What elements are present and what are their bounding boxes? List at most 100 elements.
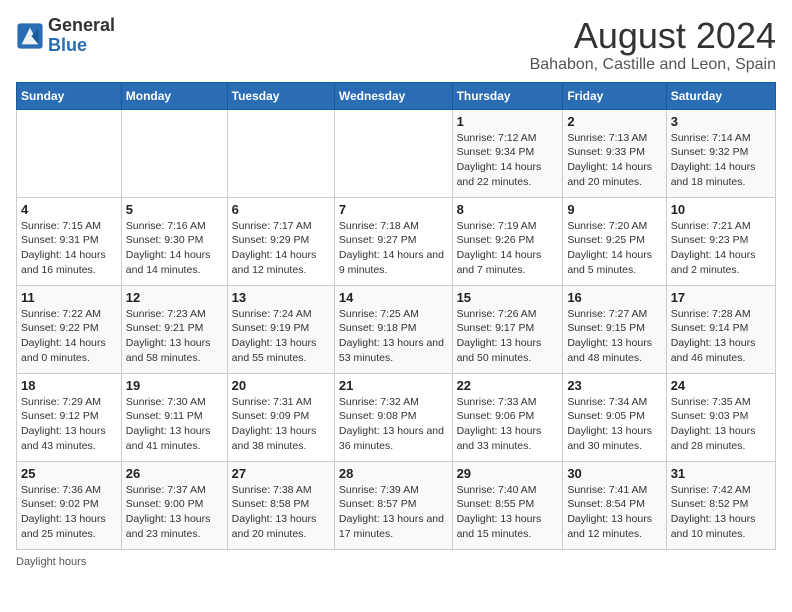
calendar-day-cell: 7Sunrise: 7:18 AM Sunset: 9:27 PM Daylig… <box>334 197 452 285</box>
day-number: 1 <box>457 114 559 129</box>
day-number: 24 <box>671 378 771 393</box>
day-number: 15 <box>457 290 559 305</box>
calendar-day-cell: 30Sunrise: 7:41 AM Sunset: 8:54 PM Dayli… <box>563 461 666 549</box>
calendar-day-cell: 27 Sunrise: 7:38 AM Sunset: 8:58 PM Dayli… <box>227 461 334 549</box>
calendar-day-cell: 28 Sunrise: 7:39 AM Sunset: 8:57 PM Dayli… <box>334 461 452 549</box>
day-number: 30 <box>567 466 661 481</box>
calendar-day-cell: 4 Sunrise: 7:15 AM Sunset: 9:31 PM Daylig… <box>17 197 122 285</box>
day-info: Sunrise: 7:23 AM Sunset: 9:21 PM Dayligh… <box>126 307 223 366</box>
day-number: 27 <box>232 466 330 481</box>
day-info: Sunrise: 7:24 AM Sunset: 9:19 PM Dayligh… <box>232 307 330 366</box>
calendar-day-cell: 9 Sunrise: 7:20 AM Sunset: 9:25 PM Daylig… <box>563 197 666 285</box>
calendar-body: 1 Sunrise: 7:12 AM Sunset: 9:34 PM Daylig… <box>17 109 776 549</box>
calendar-day-cell: 13 Sunrise: 7:24 AM Sunset: 9:19 PM Dayli… <box>227 285 334 373</box>
day-info: Sunrise: 7:39 AM Sunset: 8:57 PM Dayligh… <box>339 483 448 542</box>
day-info: Sunrise: 7:40 AM Sunset: 8:55 PM Dayligh… <box>457 483 559 542</box>
day-info: Sunrise: 7:17 AM Sunset: 9:29 PM Dayligh… <box>232 219 330 278</box>
day-number: 26 <box>126 466 223 481</box>
calendar-day-cell: 22 Sunrise: 7:33 AM Sunset: 9:06 PM Dayli… <box>452 373 563 461</box>
day-number: 25 <box>21 466 117 481</box>
weekday-header-cell: Thursday <box>452 82 563 109</box>
calendar-day-cell: 1 Sunrise: 7:12 AM Sunset: 9:34 PM Daylig… <box>452 109 563 197</box>
weekday-header-cell: Friday <box>563 82 666 109</box>
day-number: 18 <box>21 378 117 393</box>
day-info: Sunrise: 7:18 AM Sunset: 9:27 PM Dayligh… <box>339 219 448 278</box>
logo-line1: General <box>48 16 115 36</box>
calendar-day-cell: 5 Sunrise: 7:16 AM Sunset: 9:30 PM Daylig… <box>121 197 227 285</box>
calendar-table: SundayMondayTuesdayWednesdayThursdayFrid… <box>16 82 776 550</box>
day-info: Sunrise: 7:19 AM Sunset: 9:26 PM Dayligh… <box>457 219 559 278</box>
day-number: 28 <box>339 466 448 481</box>
day-info: Sunrise: 7:30 AM Sunset: 9:11 PM Dayligh… <box>126 395 223 454</box>
calendar-day-cell: 2 Sunrise: 7:13 AM Sunset: 9:33 PM Daylig… <box>563 109 666 197</box>
day-number: 14 <box>339 290 448 305</box>
calendar-day-cell: 3 Sunrise: 7:14 AM Sunset: 9:32 PM Daylig… <box>666 109 775 197</box>
day-number: 12 <box>126 290 223 305</box>
calendar-day-cell: 11Sunrise: 7:22 AM Sunset: 9:22 PM Dayli… <box>17 285 122 373</box>
day-number: 9 <box>567 202 661 217</box>
calendar-day-cell: 25 Sunrise: 7:36 AM Sunset: 9:02 PM Dayli… <box>17 461 122 549</box>
day-info: Sunrise: 7:33 AM Sunset: 9:06 PM Dayligh… <box>457 395 559 454</box>
day-info: Sunrise: 7:34 AM Sunset: 9:05 PM Dayligh… <box>567 395 661 454</box>
day-info: Sunrise: 7:28 AM Sunset: 9:14 PM Dayligh… <box>671 307 771 366</box>
day-number: 2 <box>567 114 661 129</box>
day-number: 17 <box>671 290 771 305</box>
page-header: General Blue August 2024 Bahabon, Castil… <box>16 16 776 74</box>
day-number: 22 <box>457 378 559 393</box>
logo-icon <box>16 22 44 50</box>
day-info: Sunrise: 7:38 AM Sunset: 8:58 PM Dayligh… <box>232 483 330 542</box>
calendar-day-cell: 31 Sunrise: 7:42 AM Sunset: 8:52 PM Dayli… <box>666 461 775 549</box>
weekday-header-cell: Sunday <box>17 82 122 109</box>
day-number: 4 <box>21 202 117 217</box>
day-number: 8 <box>457 202 559 217</box>
footer-note: Daylight hours <box>16 556 776 568</box>
day-info: Sunrise: 7:22 AM Sunset: 9:22 PM Dayligh… <box>21 307 117 366</box>
day-info: Sunrise: 7:14 AM Sunset: 9:32 PM Dayligh… <box>671 131 771 190</box>
day-info: Sunrise: 7:16 AM Sunset: 9:30 PM Dayligh… <box>126 219 223 278</box>
calendar-day-cell <box>121 109 227 197</box>
calendar-day-cell: 8 Sunrise: 7:19 AM Sunset: 9:26 PM Daylig… <box>452 197 563 285</box>
day-number: 6 <box>232 202 330 217</box>
day-info: Sunrise: 7:32 AM Sunset: 9:08 PM Dayligh… <box>339 395 448 454</box>
day-info: Sunrise: 7:12 AM Sunset: 9:34 PM Dayligh… <box>457 131 559 190</box>
calendar-day-cell: 20Sunrise: 7:31 AM Sunset: 9:09 PM Dayli… <box>227 373 334 461</box>
calendar-day-cell: 12 Sunrise: 7:23 AM Sunset: 9:21 PM Dayli… <box>121 285 227 373</box>
calendar-day-cell: 18Sunrise: 7:29 AM Sunset: 9:12 PM Dayli… <box>17 373 122 461</box>
day-number: 16 <box>567 290 661 305</box>
day-info: Sunrise: 7:15 AM Sunset: 9:31 PM Dayligh… <box>21 219 117 278</box>
day-number: 23 <box>567 378 661 393</box>
day-number: 20 <box>232 378 330 393</box>
day-number: 5 <box>126 202 223 217</box>
weekday-header-cell: Tuesday <box>227 82 334 109</box>
calendar-day-cell: 23 Sunrise: 7:34 AM Sunset: 9:05 PM Dayli… <box>563 373 666 461</box>
day-number: 31 <box>671 466 771 481</box>
calendar-week-row: 4 Sunrise: 7:15 AM Sunset: 9:31 PM Daylig… <box>17 197 776 285</box>
weekday-header-cell: Monday <box>121 82 227 109</box>
day-number: 29 <box>457 466 559 481</box>
day-info: Sunrise: 7:25 AM Sunset: 9:18 PM Dayligh… <box>339 307 448 366</box>
calendar-day-cell: 17 Sunrise: 7:28 AM Sunset: 9:14 PM Dayli… <box>666 285 775 373</box>
calendar-day-cell: 16 Sunrise: 7:27 AM Sunset: 9:15 PM Dayli… <box>563 285 666 373</box>
day-info: Sunrise: 7:42 AM Sunset: 8:52 PM Dayligh… <box>671 483 771 542</box>
calendar-day-cell: 21Sunrise: 7:32 AM Sunset: 9:08 PM Dayli… <box>334 373 452 461</box>
calendar-week-row: 18Sunrise: 7:29 AM Sunset: 9:12 PM Dayli… <box>17 373 776 461</box>
calendar-week-row: 1 Sunrise: 7:12 AM Sunset: 9:34 PM Daylig… <box>17 109 776 197</box>
calendar-day-cell: 15Sunrise: 7:26 AM Sunset: 9:17 PM Dayli… <box>452 285 563 373</box>
logo: General Blue <box>16 16 115 56</box>
calendar-day-cell: 19 Sunrise: 7:30 AM Sunset: 9:11 PM Dayli… <box>121 373 227 461</box>
calendar-day-cell <box>17 109 122 197</box>
day-info: Sunrise: 7:37 AM Sunset: 9:00 PM Dayligh… <box>126 483 223 542</box>
day-info: Sunrise: 7:20 AM Sunset: 9:25 PM Dayligh… <box>567 219 661 278</box>
calendar-day-cell <box>334 109 452 197</box>
day-info: Sunrise: 7:27 AM Sunset: 9:15 PM Dayligh… <box>567 307 661 366</box>
calendar-day-cell: 14 Sunrise: 7:25 AM Sunset: 9:18 PM Dayli… <box>334 285 452 373</box>
day-number: 3 <box>671 114 771 129</box>
day-info: Sunrise: 7:21 AM Sunset: 9:23 PM Dayligh… <box>671 219 771 278</box>
day-number: 13 <box>232 290 330 305</box>
day-number: 19 <box>126 378 223 393</box>
day-info: Sunrise: 7:13 AM Sunset: 9:33 PM Dayligh… <box>567 131 661 190</box>
calendar-day-cell <box>227 109 334 197</box>
day-info: Sunrise: 7:36 AM Sunset: 9:02 PM Dayligh… <box>21 483 117 542</box>
title-area: August 2024 Bahabon, Castille and Leon, … <box>530 16 776 74</box>
calendar-day-cell: 24Sunrise: 7:35 AM Sunset: 9:03 PM Dayli… <box>666 373 775 461</box>
